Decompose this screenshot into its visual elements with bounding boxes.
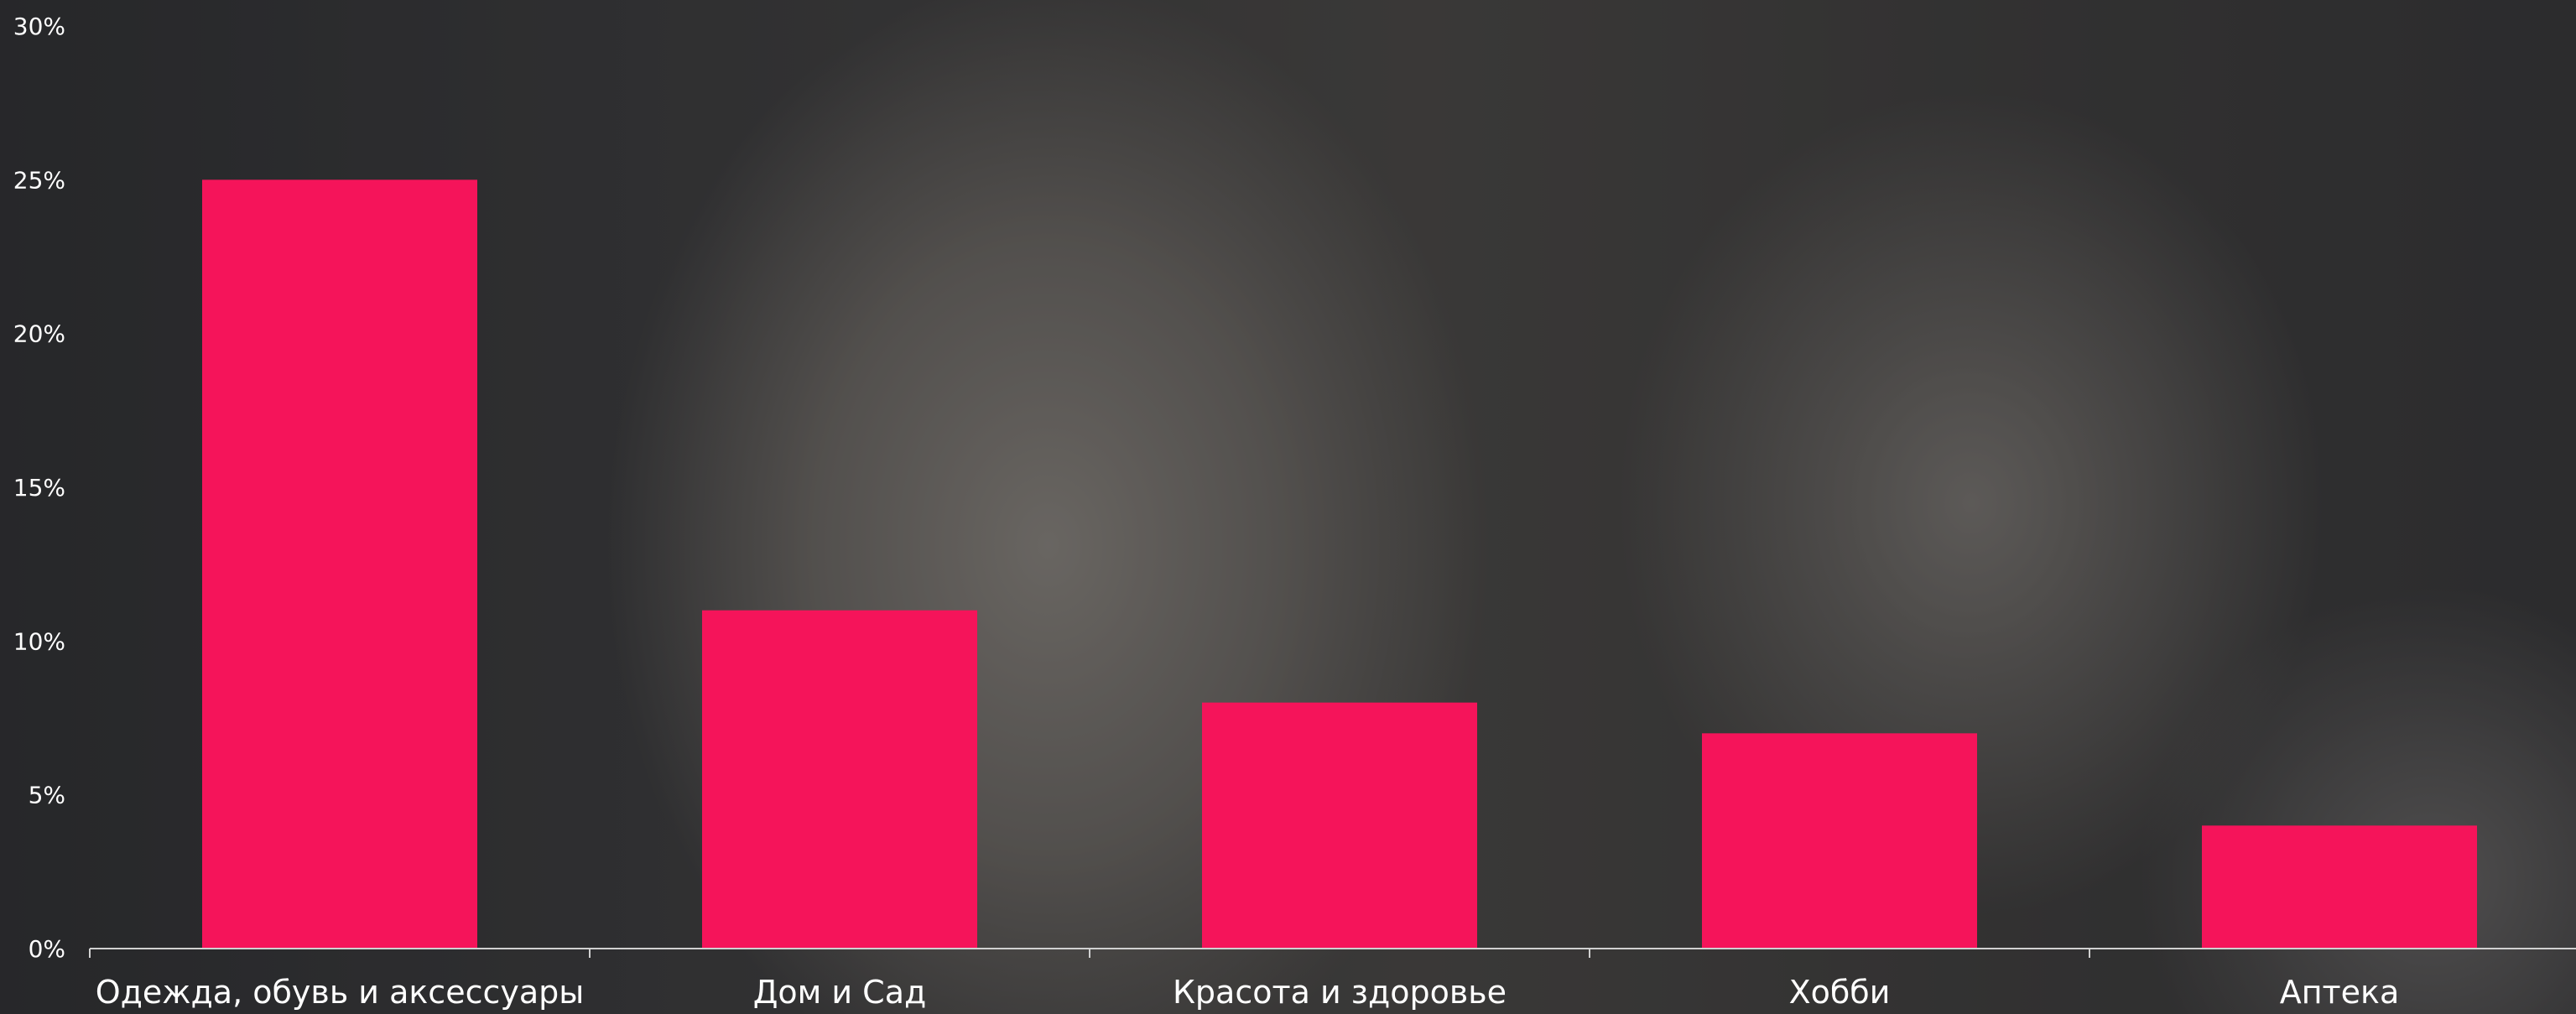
x-category-label: Одежда, обувь и аксессуары: [96, 974, 585, 1011]
x-axis-ticks: [89, 949, 2090, 958]
x-category-label: Аптека: [2280, 974, 2400, 1011]
x-category-label: Хобби: [1789, 974, 1891, 1011]
x-axis-labels: Одежда, обувь и аксессуары Дом и Сад Красо…: [96, 974, 2400, 1011]
x-category-label: Дом и Сад: [753, 974, 927, 1011]
y-tick-label: 25%: [13, 166, 65, 194]
y-tick-label: 0%: [29, 935, 65, 963]
y-tick-label: 10%: [13, 627, 65, 655]
y-axis-ticks: 0% 5% 10% 15% 20% 25% 30%: [13, 13, 65, 963]
y-tick-label: 30%: [13, 13, 65, 40]
bars: [202, 179, 2477, 949]
y-tick-label: 5%: [29, 782, 65, 809]
bar-chart: 0% 5% 10% 15% 20% 25% 30% Одежда, обувь и аксе…: [13, 13, 2576, 1011]
y-tick-label: 20%: [13, 320, 65, 348]
bar: [702, 610, 977, 949]
bar: [1202, 702, 1477, 949]
bar: [1702, 733, 1977, 949]
bar: [202, 179, 477, 949]
y-tick-label: 15%: [13, 474, 65, 502]
x-category-label: Красота и здоровье: [1173, 974, 1507, 1011]
bar: [2202, 825, 2477, 949]
